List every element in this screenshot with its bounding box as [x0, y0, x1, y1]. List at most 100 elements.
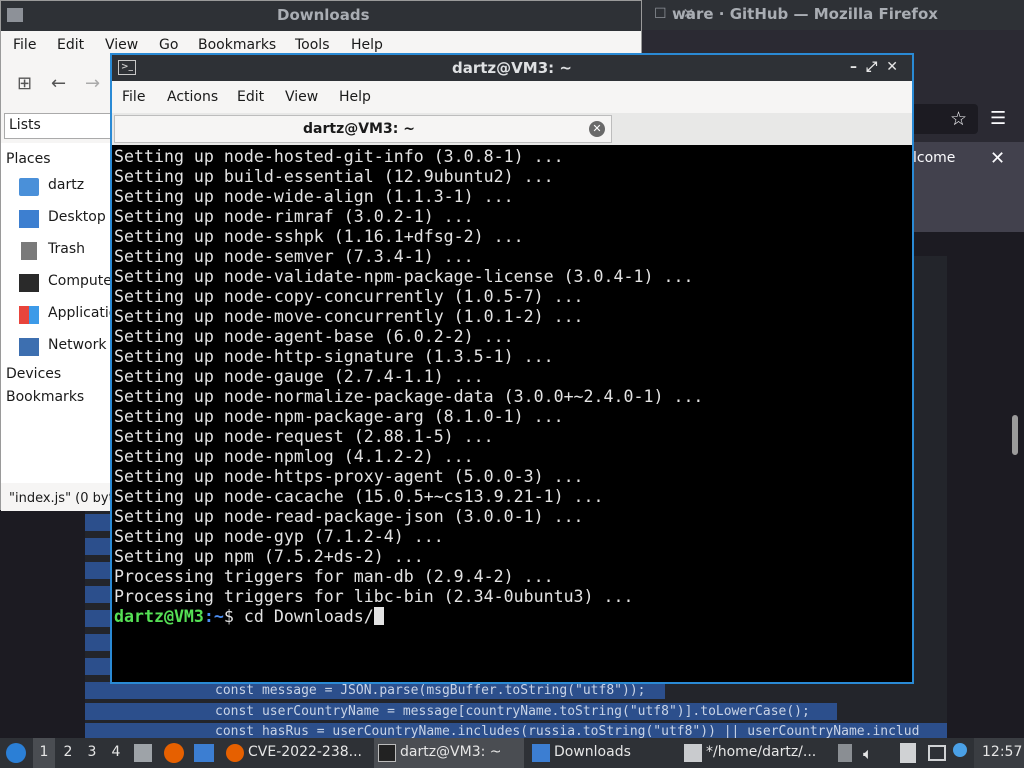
selected-code-line: [85, 610, 111, 627]
task-file-manager[interactable]: Downloads: [528, 738, 676, 768]
terminal-output-line: Setting up node-agent-base (6.0.2-2) ...: [114, 327, 514, 346]
task-text-editor[interactable]: */home/dartz/...: [680, 738, 830, 768]
firefox-window-title: ware · GitHub — Mozilla Firefox: [672, 5, 938, 23]
selected-code-line: [85, 514, 111, 531]
clipboard-icon[interactable]: [900, 743, 916, 763]
terminal-output-line: Setting up build-essential (12.9ubuntu2)…: [114, 167, 554, 186]
close-tab-icon[interactable]: ✕: [589, 121, 605, 137]
task-label: Downloads: [554, 744, 631, 760]
terminal-output-line: Setting up node-http-signature (1.3.5-1)…: [114, 347, 554, 366]
menu-help[interactable]: Help: [351, 37, 383, 53]
terminal-app-icon: >_: [118, 60, 136, 75]
selected-code-line: [85, 562, 111, 579]
terminal-output-line: Setting up node-sshpk (1.16.1+dfsg-2) ..…: [114, 227, 524, 246]
prompt-path: :~: [203, 607, 224, 626]
back-arrow-icon[interactable]: ←: [51, 73, 66, 94]
menu-tools[interactable]: Tools: [295, 37, 330, 53]
devices-header[interactable]: Devices: [6, 366, 61, 382]
firefox-titlebar[interactable]: ☐ ✕ ware · GitHub — Mozilla Firefox: [642, 0, 1024, 30]
task-terminal[interactable]: dartz@VM3: ~: [374, 738, 524, 768]
minimize-icon[interactable]: –: [850, 59, 857, 75]
file-manager-title: Downloads: [277, 6, 370, 24]
close-banner-icon[interactable]: ✕: [990, 148, 1005, 169]
terminal-output-line: Processing triggers for libc-bin (2.34-0…: [114, 587, 634, 606]
terminal-output-line: Setting up node-validate-npm-package-lic…: [114, 267, 694, 286]
desktop-launcher-icon[interactable]: [194, 744, 214, 762]
places-item-label: Desktop: [48, 209, 106, 225]
terminal-output-line: Setting up node-npmlog (4.1.2-2) ...: [114, 447, 474, 466]
maximize-icon[interactable]: ⤢: [866, 59, 877, 75]
code-line: const message = JSON.parse(msgBuffer.toS…: [85, 682, 665, 699]
menu-edit[interactable]: Edit: [237, 89, 264, 105]
new-tab-icon[interactable]: ⊞: [17, 73, 32, 94]
selected-code-line: [85, 538, 111, 555]
menu-edit[interactable]: Edit: [57, 37, 84, 53]
menu-view[interactable]: View: [285, 89, 318, 105]
terminal-titlebar[interactable]: >_ dartz@VM3: ~ – ⤢ ✕: [112, 55, 912, 81]
prompt-user: dartz@VM3: [114, 607, 204, 626]
network-icon: [19, 338, 39, 356]
side-pane-mode-label: Lists: [9, 117, 41, 133]
menu-file[interactable]: File: [122, 89, 145, 105]
firefox-toolbar: [912, 30, 1024, 102]
forward-arrow-icon[interactable]: →: [85, 73, 100, 94]
terminal-output-line: Setting up node-copy-concurrently (1.0.5…: [114, 287, 584, 306]
selected-code-line: [85, 634, 111, 651]
folder-window-icon: [7, 8, 23, 22]
clock[interactable]: 12:57: [974, 738, 1024, 768]
folder-icon: [532, 744, 550, 762]
start-menu-icon[interactable]: [6, 743, 26, 763]
workspace-3[interactable]: 3: [81, 744, 103, 760]
url-field[interactable]: [912, 104, 978, 134]
menu-bookmarks[interactable]: Bookmarks: [198, 37, 276, 53]
workspace-4[interactable]: 4: [105, 744, 127, 760]
workspace-2[interactable]: 2: [57, 744, 79, 760]
menu-go[interactable]: Go: [159, 37, 178, 53]
terminal-output-line: Setting up node-read-package-json (3.0.0…: [114, 507, 584, 526]
bookmark-star-icon[interactable]: ☆: [950, 108, 967, 130]
places-item-label: Network: [48, 337, 107, 353]
scrollbar-thumb[interactable]: [1012, 415, 1018, 455]
menu-view[interactable]: View: [105, 37, 138, 53]
places-item-label: Applicatio: [48, 305, 118, 321]
terminal-output-line: Setting up npm (7.5.2+ds-2) ...: [114, 547, 424, 566]
terminal-output-line: Setting up node-gyp (7.1.2-4) ...: [114, 527, 444, 546]
bookmarks-header[interactable]: Bookmarks: [6, 389, 84, 405]
terminal-output-line: Setting up node-https-proxy-agent (5.0.0…: [114, 467, 584, 486]
text-cursor: [373, 607, 384, 625]
task-firefox[interactable]: CVE-2022-238...: [222, 738, 370, 768]
terminal-tab-title: dartz@VM3: ~: [303, 121, 415, 137]
prompt-symbol: $: [223, 607, 244, 626]
workspace-1[interactable]: 1: [33, 738, 55, 768]
selected-code-line: [85, 658, 111, 675]
hamburger-menu-icon[interactable]: ☰: [990, 108, 1006, 129]
terminal-output[interactable]: Setting up node-hosted-git-info (3.0.8-1…: [114, 147, 910, 680]
volume-icon[interactable]: 🔈︎: [863, 744, 873, 768]
terminal-command: cd Downloads/: [243, 607, 374, 626]
terminal-output-line: Setting up node-npm-package-arg (8.1.0-1…: [114, 407, 564, 426]
terminal-window: >_ dartz@VM3: ~ – ⤢ ✕ File Actions Edit Vi…: [110, 53, 914, 684]
taskbar: 1 2 3 4 CVE-2022-238... dartz@VM3: ~ Dow…: [0, 738, 1024, 768]
terminal-output-line: Setting up node-request (2.88.1-5) ...: [114, 427, 494, 446]
terminal-output-line: Setting up node-gauge (2.7.4-1.1) ...: [114, 367, 484, 386]
clock-time: 12:57: [982, 744, 1023, 760]
task-label: CVE-2022-238...: [248, 744, 363, 760]
firefox-url-bar: [912, 102, 1024, 136]
file-manager-launcher-icon[interactable]: [134, 744, 152, 762]
window-menu-icon[interactable]: ☐: [654, 6, 667, 22]
menu-help[interactable]: Help: [339, 89, 371, 105]
firefox-launcher-icon[interactable]: [164, 743, 184, 763]
side-pane-mode-select[interactable]: Lists: [4, 113, 114, 139]
terminal-icon: [378, 744, 396, 762]
update-notifier-icon[interactable]: [953, 743, 967, 757]
network-tray-icon[interactable]: [928, 745, 946, 761]
places-item-label: Compute: [48, 273, 112, 289]
places-header: Places: [6, 151, 51, 167]
terminal-output-line: Setting up node-rimraf (3.0.2-1) ...: [114, 207, 474, 226]
terminal-window-title: dartz@VM3: ~: [452, 59, 572, 77]
terminal-tab[interactable]: dartz@VM3: ~ ✕: [114, 115, 612, 143]
menu-file[interactable]: File: [13, 37, 36, 53]
menu-actions[interactable]: Actions: [167, 89, 218, 105]
file-manager-titlebar[interactable]: Downloads: [1, 1, 641, 31]
close-icon[interactable]: ✕: [886, 59, 898, 75]
